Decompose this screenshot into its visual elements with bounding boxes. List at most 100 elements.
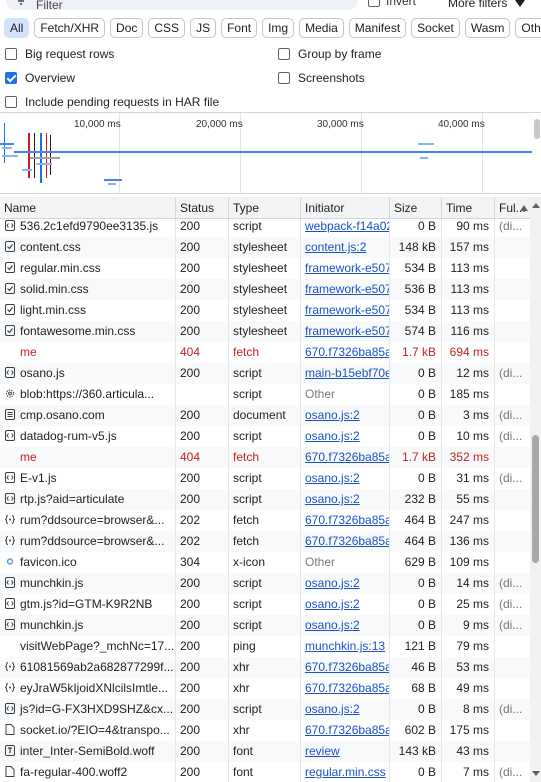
column-header-name[interactable]: Name — [0, 197, 176, 219]
overview-option[interactable]: Overview — [5, 71, 75, 85]
include-pending-checkbox[interactable] — [5, 96, 17, 108]
invert-checkbox[interactable]: Invert — [368, 0, 416, 8]
chip-css[interactable]: CSS — [148, 18, 186, 38]
table-row[interactable]: inter_Inter-SemiBold.woff 200 font review 14… — [0, 741, 530, 762]
initiator-link[interactable]: osano.js:2 — [305, 702, 360, 716]
chip-fetch-xhr[interactable]: Fetch/XHR — [34, 18, 106, 38]
cell-name[interactable]: content.css — [0, 237, 176, 258]
chip-font[interactable]: Font — [221, 18, 258, 38]
big-request-rows-option[interactable]: Big request rows — [5, 47, 114, 61]
table-row[interactable]: favicon.ico 304 x-icon Other 629 B 109 ms — [0, 552, 530, 573]
initiator-link[interactable]: osano.js:2 — [305, 618, 360, 632]
initiator-link[interactable]: munchkin.js:13 — [305, 639, 385, 653]
group-by-frame-checkbox[interactable] — [278, 48, 290, 60]
initiator-link[interactable]: osano.js:2 — [305, 471, 360, 485]
column-header-initiator[interactable]: Initiator — [301, 197, 390, 219]
cell-name[interactable]: solid.min.css — [0, 279, 176, 300]
invert-checkbox-box[interactable] — [368, 0, 380, 7]
big-request-rows-checkbox[interactable] — [5, 48, 17, 60]
table-scrollbar[interactable] — [530, 197, 541, 782]
table-row[interactable]: regular.min.css 200 stylesheet framework-e5… — [0, 258, 530, 279]
chip-manifest[interactable]: Manifest — [348, 18, 407, 38]
cell-name[interactable]: 61081569ab2a682877299f... — [0, 657, 176, 678]
overview-checkbox[interactable] — [5, 72, 17, 84]
chip-other[interactable]: Other — [515, 18, 541, 38]
initiator-link[interactable]: osano.js:2 — [305, 597, 360, 611]
initiator-link[interactable]: 670.f7326ba85a — [305, 450, 389, 464]
table-row[interactable]: cmp.osano.com 200 document osano.js:2 0 B3 m… — [0, 405, 530, 426]
column-header-type[interactable]: Type — [229, 197, 301, 219]
table-row[interactable]: 536.2c1efd9790ee3135.js 200 script webpack-… — [0, 219, 530, 237]
initiator-link[interactable]: osano.js:2 — [305, 429, 360, 443]
cell-name[interactable]: 536.2c1efd9790ee3135.js — [0, 219, 176, 237]
chip-js[interactable]: JS — [190, 18, 217, 38]
cell-name[interactable]: fa-regular-400.woff2 — [0, 762, 176, 782]
screenshots-option[interactable]: Screenshots — [278, 71, 365, 85]
chip-wasm[interactable]: Wasm — [464, 18, 511, 38]
initiator-link[interactable]: 670.f7326ba85a — [305, 681, 389, 695]
initiator-link[interactable]: review — [305, 744, 340, 758]
cell-name[interactable]: socket.io/?EIO=4&transpo... — [0, 720, 176, 741]
table-row[interactable]: munchkin.js 200 script osano.js:2 0 B 14 ms (d… — [0, 573, 530, 594]
initiator-link[interactable]: regular.min.css — [305, 765, 386, 779]
cell-name[interactable]: rtp.js?aid=articulate — [0, 489, 176, 510]
table-row[interactable]: visitWebPage?_mchNc=17... 200 ping munchkin… — [0, 636, 530, 657]
table-row[interactable]: light.min.css 200 stylesheet framework-e507… — [0, 300, 530, 321]
cell-name[interactable]: cmp.osano.com — [0, 405, 176, 426]
table-row[interactable]: eyJraW5kIjoidXNlcilsImtle... 200 xhr 670.f7… — [0, 678, 530, 699]
table-row[interactable]: datadog-rum-v5.js 200 script osano.js:2 0 B1… — [0, 426, 530, 447]
column-header-time[interactable]: Time — [442, 197, 495, 219]
overview-scrollbar[interactable] — [534, 119, 540, 139]
initiator-link[interactable]: content.js:2 — [305, 240, 366, 254]
initiator-link[interactable]: 670.f7326ba85a — [305, 513, 389, 527]
initiator-link[interactable]: osano.js:2 — [305, 576, 360, 590]
screenshots-checkbox[interactable] — [278, 72, 290, 84]
table-row[interactable]: 61081569ab2a682877299f... 200 xhr 670.f7326… — [0, 657, 530, 678]
chip-all[interactable]: All — [4, 18, 30, 38]
table-row[interactable]: osano.js 200 script main-b15ebf70e 0 B 12 ms (… — [0, 363, 530, 384]
filter-input[interactable]: Filter — [6, 0, 358, 12]
cell-name[interactable]: rum?ddsource=browser&... — [0, 510, 176, 531]
more-filters-dropdown[interactable]: More filters — [448, 0, 526, 10]
cell-name[interactable]: osano.js — [0, 363, 176, 384]
cell-name[interactable]: regular.min.css — [0, 258, 176, 279]
table-row[interactable]: solid.min.css 200 stylesheet framework-e507… — [0, 279, 530, 300]
initiator-link[interactable]: framework-e507 — [305, 261, 389, 275]
initiator-link[interactable]: webpack-f14a02 — [305, 219, 389, 233]
table-row[interactable]: rtp.js?aid=articulate 200 script osano.js:2… — [0, 489, 530, 510]
table-row[interactable]: content.css 200 stylesheet content.js:2 148 … — [0, 237, 530, 258]
table-row[interactable]: fa-regular-400.woff2 200 font regular.min.c… — [0, 762, 530, 782]
initiator-link[interactable]: 670.f7326ba85a — [305, 723, 389, 737]
scroll-down-arrow-icon[interactable] — [532, 771, 540, 776]
chip-media[interactable]: Media — [299, 18, 344, 38]
scrollbar-thumb[interactable] — [532, 435, 539, 563]
table-row[interactable]: gtm.js?id=GTM-K9R2NB 200 script osano.js:2 0… — [0, 594, 530, 615]
network-overview-timeline[interactable]: 10,000 ms 20,000 ms 30,000 ms 40,000 ms — [0, 112, 541, 194]
initiator-link[interactable]: main-b15ebf70e — [305, 366, 389, 380]
initiator-link[interactable]: osano.js:2 — [305, 408, 360, 422]
initiator-link[interactable]: 670.f7326ba85a — [305, 660, 389, 674]
cell-name[interactable]: favicon.ico — [0, 552, 176, 573]
initiator-link[interactable]: osano.js:2 — [305, 492, 360, 506]
initiator-link[interactable]: 670.f7326ba85a — [305, 345, 389, 359]
cell-name[interactable]: me — [0, 342, 176, 363]
cell-name[interactable]: light.min.css — [0, 300, 176, 321]
initiator-link[interactable]: framework-e507 — [305, 303, 389, 317]
cell-name[interactable]: js?id=G-FX3HXD9SHZ&cx... — [0, 699, 176, 720]
include-pending-option[interactable]: Include pending requests in HAR file — [5, 95, 219, 109]
initiator-link[interactable]: framework-e507 — [305, 282, 389, 296]
column-header-status[interactable]: Status — [176, 197, 229, 219]
column-header-size[interactable]: Size — [390, 197, 442, 219]
cell-name[interactable]: E-v1.js — [0, 468, 176, 489]
cell-name[interactable]: eyJraW5kIjoidXNlcilsImtle... — [0, 678, 176, 699]
table-row[interactable]: E-v1.js 200 script osano.js:2 0 B 31 ms (di... — [0, 468, 530, 489]
table-row[interactable]: rum?ddsource=browser&... 202 fetch 670.f732… — [0, 510, 530, 531]
cell-name[interactable]: inter_Inter-SemiBold.woff — [0, 741, 176, 762]
table-row[interactable]: me 404 fetch 670.f7326ba85a 1.7 kB 694 ms — [0, 342, 530, 363]
cell-name[interactable]: blob:https://360.articula... — [0, 384, 176, 405]
group-by-frame-option[interactable]: Group by frame — [278, 47, 381, 61]
table-row[interactable]: fontawesome.min.css 200 stylesheet framewor… — [0, 321, 530, 342]
table-row[interactable]: socket.io/?EIO=4&transpo... 200 xhr 670.f73… — [0, 720, 530, 741]
chip-doc[interactable]: Doc — [110, 18, 144, 38]
table-row[interactable]: me 404 fetch 670.f7326ba85a 1.7 kB 352 ms — [0, 447, 530, 468]
